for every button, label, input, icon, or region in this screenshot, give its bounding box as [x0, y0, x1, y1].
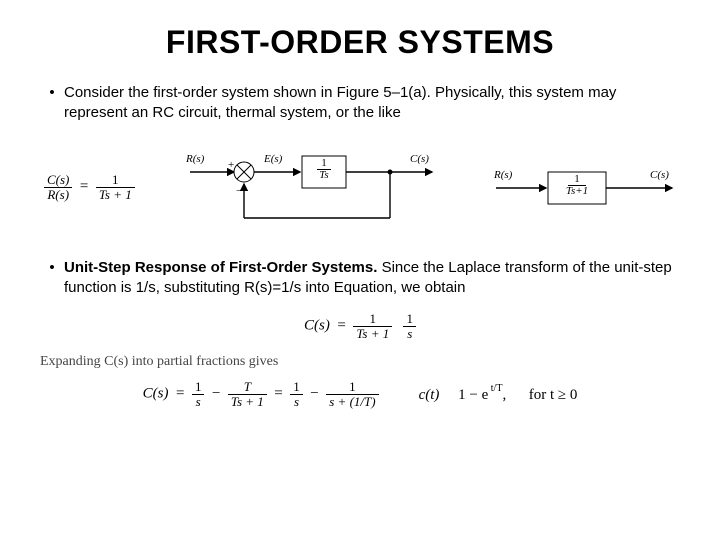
step-f1-den: Ts + 1 — [353, 327, 392, 341]
bullet-dot-2: • — [40, 258, 64, 299]
exp-t3d: s — [290, 395, 303, 409]
exp-t1n: 1 — [192, 380, 205, 395]
step-f2-num: 1 — [403, 312, 416, 327]
blockA-den: Ts — [318, 170, 331, 181]
exp-t3n: 1 — [290, 380, 303, 395]
figure-row: C(s) R(s) = 1 Ts + 1 R(s) + − E(s) — [44, 138, 680, 238]
step-f2-den: s — [403, 327, 416, 341]
exp-minus2: − — [310, 386, 318, 402]
step-f1-num: 1 — [353, 312, 392, 327]
exp-t2n: T — [228, 380, 267, 395]
exp-minus1: − — [212, 386, 220, 402]
tf-lhs-den: R(s) — [44, 188, 72, 202]
slide-title: FIRST-ORDER SYSTEMS — [40, 24, 680, 61]
step-eq-sign: = — [337, 318, 345, 334]
exp-t4d: s + (1/T) — [326, 395, 378, 409]
labelB-C: C(s) — [650, 169, 669, 181]
time-domain-eq: c(t) 1 − e t/T, for t ≥ 0 — [419, 385, 578, 404]
exp-eq1: = — [176, 386, 184, 402]
time-cond: for t ≥ 0 — [529, 387, 578, 403]
label-E: E(s) — [263, 153, 283, 165]
time-exp: t/T — [488, 383, 502, 394]
tf-rhs-den: Ts + 1 — [96, 188, 135, 202]
expansion-eq: C(s) = 1 s − T Ts + 1 = 1 s − 1 s + (1/T… — [143, 380, 379, 408]
transfer-function: C(s) R(s) = 1 Ts + 1 — [44, 173, 135, 201]
exp-eq2: = — [274, 386, 282, 402]
exp-t1d: s — [192, 395, 205, 409]
label-R: R(s) — [185, 153, 205, 165]
time-rhs: 1 − e — [458, 387, 488, 403]
tf-eq: = — [80, 179, 88, 195]
bullet-2-strong: Unit-Step Response of First-Order System… — [64, 259, 377, 276]
time-lhs: c(t) — [419, 387, 440, 403]
bullet-1-text: Consider the first-order system shown in… — [64, 83, 680, 124]
step-equation: C(s) = 1 Ts + 1 1 s — [40, 312, 680, 340]
bullet-2-text: Unit-Step Response of First-Order System… — [64, 258, 680, 299]
bullet-dot: • — [40, 83, 64, 124]
tf-rhs-num: 1 — [96, 173, 135, 188]
block-diagram-feedback: R(s) + − E(s) 1 Ts C(s) — [182, 138, 442, 238]
partial-fractions-text: Expanding C(s) into partial fractions gi… — [40, 354, 680, 370]
bullet-1: • Consider the first-order system shown … — [40, 83, 680, 124]
final-equations: C(s) = 1 s − T Ts + 1 = 1 s − 1 s + (1/T… — [40, 380, 680, 408]
bullet-2: • Unit-Step Response of First-Order Syst… — [40, 258, 680, 299]
label-C: C(s) — [410, 153, 429, 165]
exp-t2d: Ts + 1 — [228, 395, 267, 409]
tf-lhs-num: C(s) — [44, 173, 72, 188]
exp-t4n: 1 — [326, 380, 378, 395]
time-comma: , — [502, 387, 506, 403]
sum-minus: − — [236, 185, 242, 197]
step-lhs: C(s) — [304, 318, 330, 334]
sum-plus: + — [228, 159, 234, 171]
exp-lhs: C(s) — [143, 386, 169, 402]
labelB-R: R(s) — [493, 169, 513, 181]
blockB-den: Ts+1 — [564, 186, 590, 197]
block-diagram-reduced: R(s) 1 Ts+1 C(s) — [490, 158, 680, 218]
